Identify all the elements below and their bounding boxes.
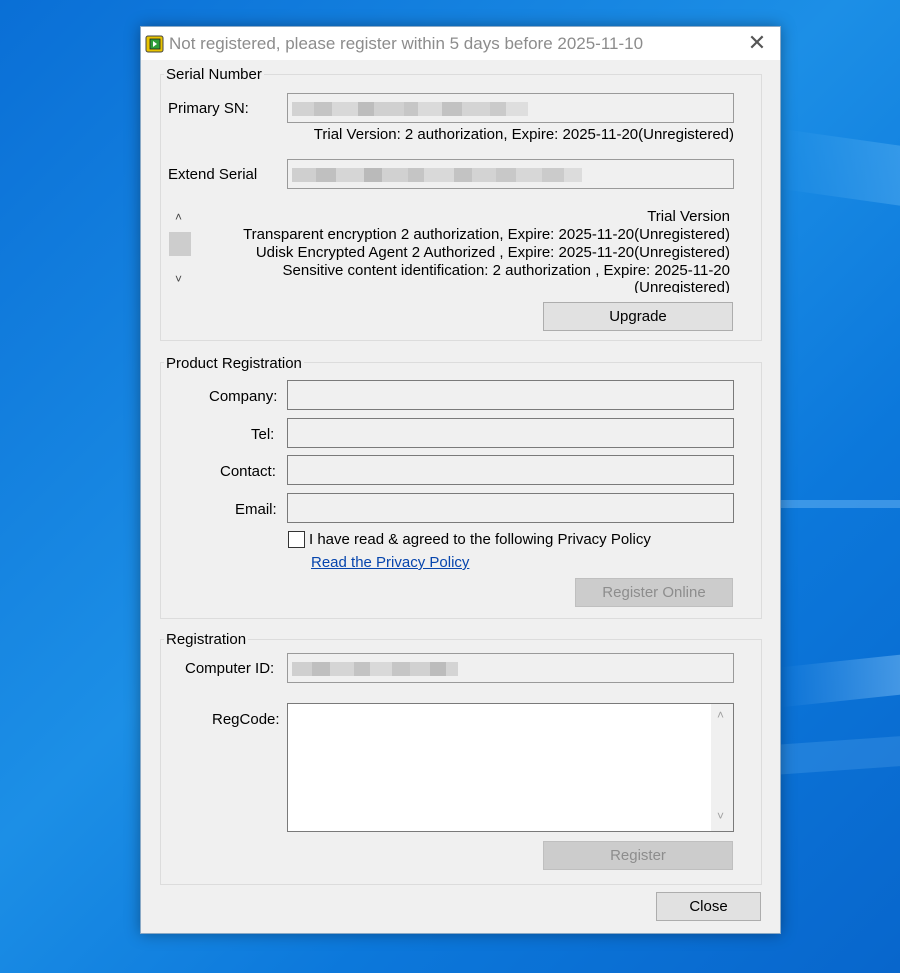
contact-label: Contact: xyxy=(220,463,276,480)
extend-info-scrollbar[interactable]: ˄ ˅ xyxy=(169,210,193,290)
extend-info-line: Transparent encryption 2 authorization, … xyxy=(243,226,730,243)
product-registration-group-title: Product Registration xyxy=(164,355,304,372)
computer-id-field[interactable] xyxy=(287,653,734,683)
extend-info-line: Udisk Encrypted Agent 2 Authorized , Exp… xyxy=(255,244,730,261)
chevron-up-icon[interactable]: ˄ xyxy=(717,708,724,722)
extend-serial-field[interactable] xyxy=(287,159,734,189)
email-field[interactable] xyxy=(287,493,734,523)
serial-number-group-title: Serial Number xyxy=(164,66,264,83)
tel-field[interactable] xyxy=(287,418,734,448)
register-button[interactable]: Register xyxy=(543,841,733,870)
extend-serial-label: Extend Serial xyxy=(168,166,258,183)
extend-info-line: (Unregistered) xyxy=(634,279,730,293)
email-label: Email: xyxy=(235,501,277,518)
privacy-checkbox-label[interactable]: I have read & agreed to the following Pr… xyxy=(309,531,651,548)
close-icon[interactable]: ✕ xyxy=(741,29,773,59)
obscured-serial xyxy=(292,102,528,116)
chevron-down-icon[interactable]: ˅ xyxy=(175,272,182,286)
chevron-up-icon[interactable]: ˄ xyxy=(175,210,182,224)
wallpaper-streak xyxy=(780,735,900,775)
obscured-computer-id xyxy=(292,662,458,676)
close-button[interactable]: Close xyxy=(656,892,761,921)
wallpaper-streak xyxy=(780,500,900,508)
window-title: Not registered, please register within 5… xyxy=(169,34,644,53)
company-label: Company: xyxy=(209,388,278,405)
registration-group-title: Registration xyxy=(164,631,249,648)
regcode-textarea[interactable]: ˄ ˅ xyxy=(287,703,734,832)
registration-dialog: Not registered, please register within 5… xyxy=(140,26,781,934)
privacy-checkbox[interactable] xyxy=(288,531,305,548)
wallpaper-streak xyxy=(780,128,900,212)
scrollbar-thumb[interactable] xyxy=(169,232,191,256)
extend-info-line: Trial Version xyxy=(647,208,730,225)
company-field[interactable] xyxy=(287,380,734,410)
title-bar[interactable]: Not registered, please register within 5… xyxy=(141,27,780,60)
computer-id-label: Computer ID: xyxy=(185,660,275,677)
primary-sn-status: Trial Version: 2 authorization, Expire: … xyxy=(313,126,734,143)
wallpaper-streak xyxy=(780,652,900,708)
app-icon xyxy=(145,35,164,53)
obscured-serial xyxy=(292,168,582,182)
regcode-scrollbar[interactable]: ˄ ˅ xyxy=(711,704,733,831)
primary-sn-label: Primary SN: xyxy=(168,100,249,117)
chevron-down-icon[interactable]: ˅ xyxy=(717,809,724,823)
tel-label: Tel: xyxy=(251,426,275,443)
privacy-policy-link[interactable]: Read the Privacy Policy xyxy=(311,554,469,571)
register-online-button[interactable]: Register Online xyxy=(575,578,733,607)
primary-sn-field[interactable] xyxy=(287,93,734,123)
regcode-label: RegCode: xyxy=(212,711,280,728)
contact-field[interactable] xyxy=(287,455,734,485)
upgrade-button[interactable]: Upgrade xyxy=(543,302,733,331)
extend-info-line: Sensitive content identification: 2 auth… xyxy=(282,262,731,279)
